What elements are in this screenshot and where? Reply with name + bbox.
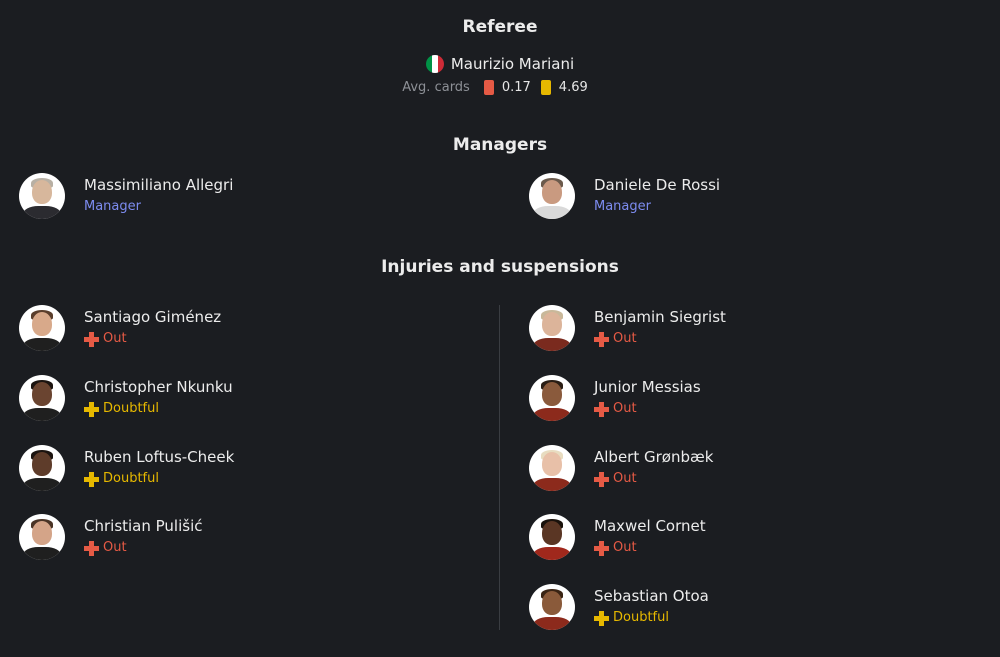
managers-title: Managers <box>452 135 548 155</box>
status-badge: Out <box>594 329 726 349</box>
avatar <box>529 305 575 351</box>
player-name: Benjamin Siegrist <box>594 308 726 326</box>
yellow-card-icon <box>540 80 551 95</box>
manager-role: Manager <box>594 199 651 214</box>
referee-name[interactable]: Maurizio Mariani <box>451 55 574 73</box>
status-badge: Out <box>594 469 713 489</box>
red-card-icon <box>483 80 494 95</box>
status-badge: Out <box>84 538 203 558</box>
italy-flag-icon <box>425 55 444 73</box>
manager-name: Massimiliano Allegri <box>84 176 234 194</box>
injury-list-item[interactable]: Christian Pulišić Out <box>19 514 203 560</box>
player-name: Ruben Loftus-Cheek <box>84 448 235 466</box>
injury-cross-icon <box>84 331 99 347</box>
injury-list-item[interactable]: Sebastian Otoa Doubtful <box>529 584 709 630</box>
avatar <box>529 375 575 421</box>
injury-cross-icon <box>594 401 609 417</box>
avatar <box>19 514 65 560</box>
status-badge: Out <box>594 399 701 419</box>
manager-home[interactable]: Massimiliano Allegri Manager <box>19 173 233 219</box>
player-name: Sebastian Otoa <box>594 587 709 605</box>
injury-cross-icon <box>84 540 99 556</box>
player-name: Maxwel Cornet <box>594 517 706 535</box>
status-badge: Doubtful <box>84 469 234 489</box>
avg-cards-row: Avg. cards 0.17 4.69 <box>0 80 1000 95</box>
manager-name: Daniele De Rossi <box>594 176 721 194</box>
injury-cross-icon <box>594 331 609 347</box>
status-badge: Doubtful <box>84 399 233 419</box>
injury-list-item[interactable]: Maxwel Cornet Out <box>529 514 706 560</box>
player-name: Christopher Nkunku <box>84 378 233 396</box>
avatar <box>19 375 65 421</box>
red-card-avg: 0.17 <box>501 80 531 95</box>
injury-cross-icon <box>594 471 609 487</box>
avatar <box>19 173 65 219</box>
manager-role: Manager <box>84 199 141 214</box>
injury-cross-icon <box>84 471 99 487</box>
avatar <box>19 445 65 491</box>
status-badge: Doubtful <box>594 608 709 628</box>
player-name: Christian Pulišić <box>84 517 203 535</box>
status-badge: Out <box>84 329 221 349</box>
injury-cross-icon <box>84 401 99 417</box>
injuries-title: Injuries and suspensions <box>381 257 619 277</box>
avatar <box>529 445 575 491</box>
injury-cross-icon <box>594 540 609 556</box>
status-badge: Out <box>594 538 706 558</box>
avatar <box>529 514 575 560</box>
player-name: Santiago Giménez <box>84 308 222 326</box>
manager-away[interactable]: Daniele De Rossi Manager <box>529 173 720 219</box>
yellow-card-avg: 4.69 <box>558 80 588 95</box>
player-name: Albert Grønbæk <box>594 448 714 466</box>
player-name: Junior Messias <box>594 378 701 396</box>
referee-title: Referee <box>462 17 538 37</box>
injury-list-item[interactable]: Benjamin Siegrist Out <box>529 305 726 351</box>
avatar <box>529 173 575 219</box>
referee-row: Maurizio Mariani <box>0 55 1000 73</box>
injury-list-item[interactable]: Junior Messias Out <box>529 375 701 421</box>
injury-list-item[interactable]: Santiago Giménez Out <box>19 305 221 351</box>
column-divider <box>499 305 500 630</box>
avg-cards-label: Avg. cards <box>402 80 470 95</box>
injury-list-item[interactable]: Ruben Loftus-Cheek Doubtful <box>19 445 234 491</box>
avatar <box>529 584 575 630</box>
avatar <box>19 305 65 351</box>
injury-list-item[interactable]: Christopher Nkunku Doubtful <box>19 375 233 421</box>
injury-list-item[interactable]: Albert Grønbæk Out <box>529 445 713 491</box>
injury-cross-icon <box>594 610 609 626</box>
